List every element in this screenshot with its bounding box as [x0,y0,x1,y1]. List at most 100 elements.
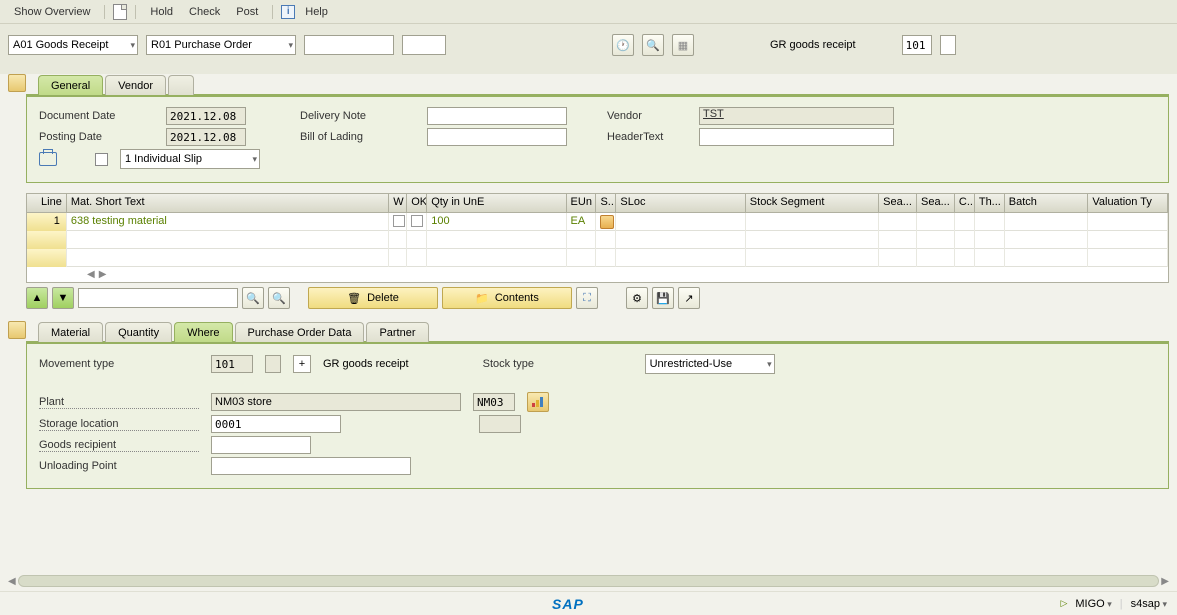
scroll-left-icon[interactable]: ◀ [87,269,95,280]
execute-icon[interactable]: 🕐 [612,34,634,56]
gr-label: GR goods receipt [770,39,856,51]
stock-type-dropdown[interactable]: Unrestricted-Use [645,354,775,374]
filter-input[interactable] [78,288,238,308]
storage-location-input[interactable] [211,415,341,433]
hold-button[interactable]: Hold [144,4,179,20]
tab-where[interactable]: Where [174,322,232,342]
post-date-input[interactable] [166,128,246,146]
doc-item-input[interactable] [402,35,446,55]
page-hscroll[interactable]: ◀ ▶ [8,575,1169,587]
doc-number-input[interactable] [304,35,394,55]
vendor-link[interactable]: TST [703,108,724,120]
col-eun[interactable]: EUn [567,194,597,212]
cell-th[interactable] [975,213,1005,231]
cell-material[interactable]: 638 testing material [67,213,389,231]
movement-type-desc: GR goods receipt [323,358,409,370]
show-overview-button[interactable]: Show Overview [8,4,96,20]
tab-partner[interactable]: Partner [366,322,428,342]
plant-label[interactable]: Plant [39,396,199,409]
grid-icon[interactable]: ▦ [672,34,694,56]
collapse-detail-button[interactable] [8,321,26,339]
cell-line[interactable]: 1 [27,213,67,231]
system-dropdown[interactable]: s4sap [1131,598,1167,610]
cell-sloc[interactable] [616,213,745,231]
tab-material[interactable]: Material [38,322,103,342]
cell-vt[interactable] [1088,213,1168,231]
cell-eun[interactable]: EA [567,213,597,231]
table-row[interactable]: 1 638 testing material 100 EA [27,213,1168,231]
scroll-left-icon[interactable]: ◀ [8,576,16,587]
col-stock-segment[interactable]: Stock Segment [746,194,879,212]
settings-icon[interactable]: ⚙ [626,287,648,309]
action-dropdown[interactable]: A01 Goods Receipt [8,35,138,55]
post-date-label: Posting Date [39,131,154,143]
collapse-header-button[interactable] [8,74,26,92]
cell-sea2[interactable] [917,213,955,231]
col-sea1[interactable]: Sea... [879,194,917,212]
delete-button[interactable]: 🗑Delete [308,287,438,309]
scroll-right-icon[interactable]: ▶ [1161,576,1169,587]
doc-date-input[interactable] [166,107,246,125]
find-next-icon[interactable]: 🔍 [268,287,290,309]
col-batch[interactable]: Batch [1005,194,1089,212]
document-icon[interactable] [113,4,127,20]
contents-button[interactable]: 📁Contents [442,287,572,309]
tcode-dropdown[interactable]: MIGO [1075,598,1111,610]
col-c[interactable]: C... [955,194,975,212]
col-qty[interactable]: Qty in UnE [427,194,566,212]
check-button[interactable]: Check [183,4,226,20]
save-icon[interactable]: 💾 [652,287,674,309]
tab-quantity[interactable]: Quantity [105,322,172,342]
storage-location-label[interactable]: Storage location [39,418,199,431]
tab-partner-icon[interactable] [168,75,194,95]
help-button[interactable]: Help [299,4,334,20]
print-checkbox[interactable] [95,153,108,166]
col-sea2[interactable]: Sea... [917,194,955,212]
tab-po-data[interactable]: Purchase Order Data [235,322,365,342]
gr-code-help[interactable] [940,35,956,55]
bill-lading-input[interactable] [427,128,567,146]
scroll-right-icon[interactable]: ▶ [99,269,107,280]
movement-type-label: Movement type [39,358,199,370]
goods-recipient-input[interactable] [211,436,311,454]
post-button[interactable]: Post [230,4,264,20]
cell-stock-segment[interactable] [746,213,879,231]
print-icon[interactable] [39,152,57,166]
tab-vendor[interactable]: Vendor [105,75,166,95]
cell-c[interactable] [955,213,975,231]
unloading-point-input[interactable] [211,457,411,475]
col-material[interactable]: Mat. Short Text [67,194,389,212]
col-th[interactable]: Th... [975,194,1005,212]
col-valuation-type[interactable]: Valuation Ty [1088,194,1168,212]
tab-general[interactable]: General [38,75,103,95]
header-text-input[interactable] [699,128,894,146]
cell-ok[interactable] [407,213,427,231]
storage-icon[interactable] [600,215,614,229]
find-icon[interactable]: 🔍 [242,287,264,309]
delivery-note-input[interactable] [427,107,567,125]
col-s[interactable]: S.. [596,194,616,212]
slip-dropdown[interactable]: 1 Individual Slip [120,149,260,169]
goods-recipient-label[interactable]: Goods recipient [39,439,199,452]
export-icon[interactable]: ↗ [678,287,700,309]
col-ok[interactable]: OK [407,194,427,212]
search-icon[interactable]: 🔍 [642,34,664,56]
plus-button[interactable]: + [293,355,311,373]
col-line[interactable]: Line [27,194,67,212]
col-sloc[interactable]: SLoc [616,194,745,212]
sort-desc-icon[interactable]: ▼ [52,287,74,309]
movement-type-help[interactable] [265,355,281,373]
scroll-track[interactable] [18,575,1160,587]
header-tab-bar: General Vendor [38,75,1169,95]
col-w[interactable]: W [389,194,407,212]
reference-dropdown[interactable]: R01 Purchase Order [146,35,296,55]
cell-sea1[interactable] [879,213,917,231]
cell-qty[interactable]: 100 [427,213,566,231]
gr-code-input[interactable] [902,35,932,55]
cell-s[interactable] [596,213,616,231]
expand-icon[interactable]: ⛶ [576,287,598,309]
chart-icon[interactable] [527,392,549,412]
sort-asc-icon[interactable]: ▲ [26,287,48,309]
cell-w[interactable] [389,213,407,231]
cell-batch[interactable] [1005,213,1089,231]
